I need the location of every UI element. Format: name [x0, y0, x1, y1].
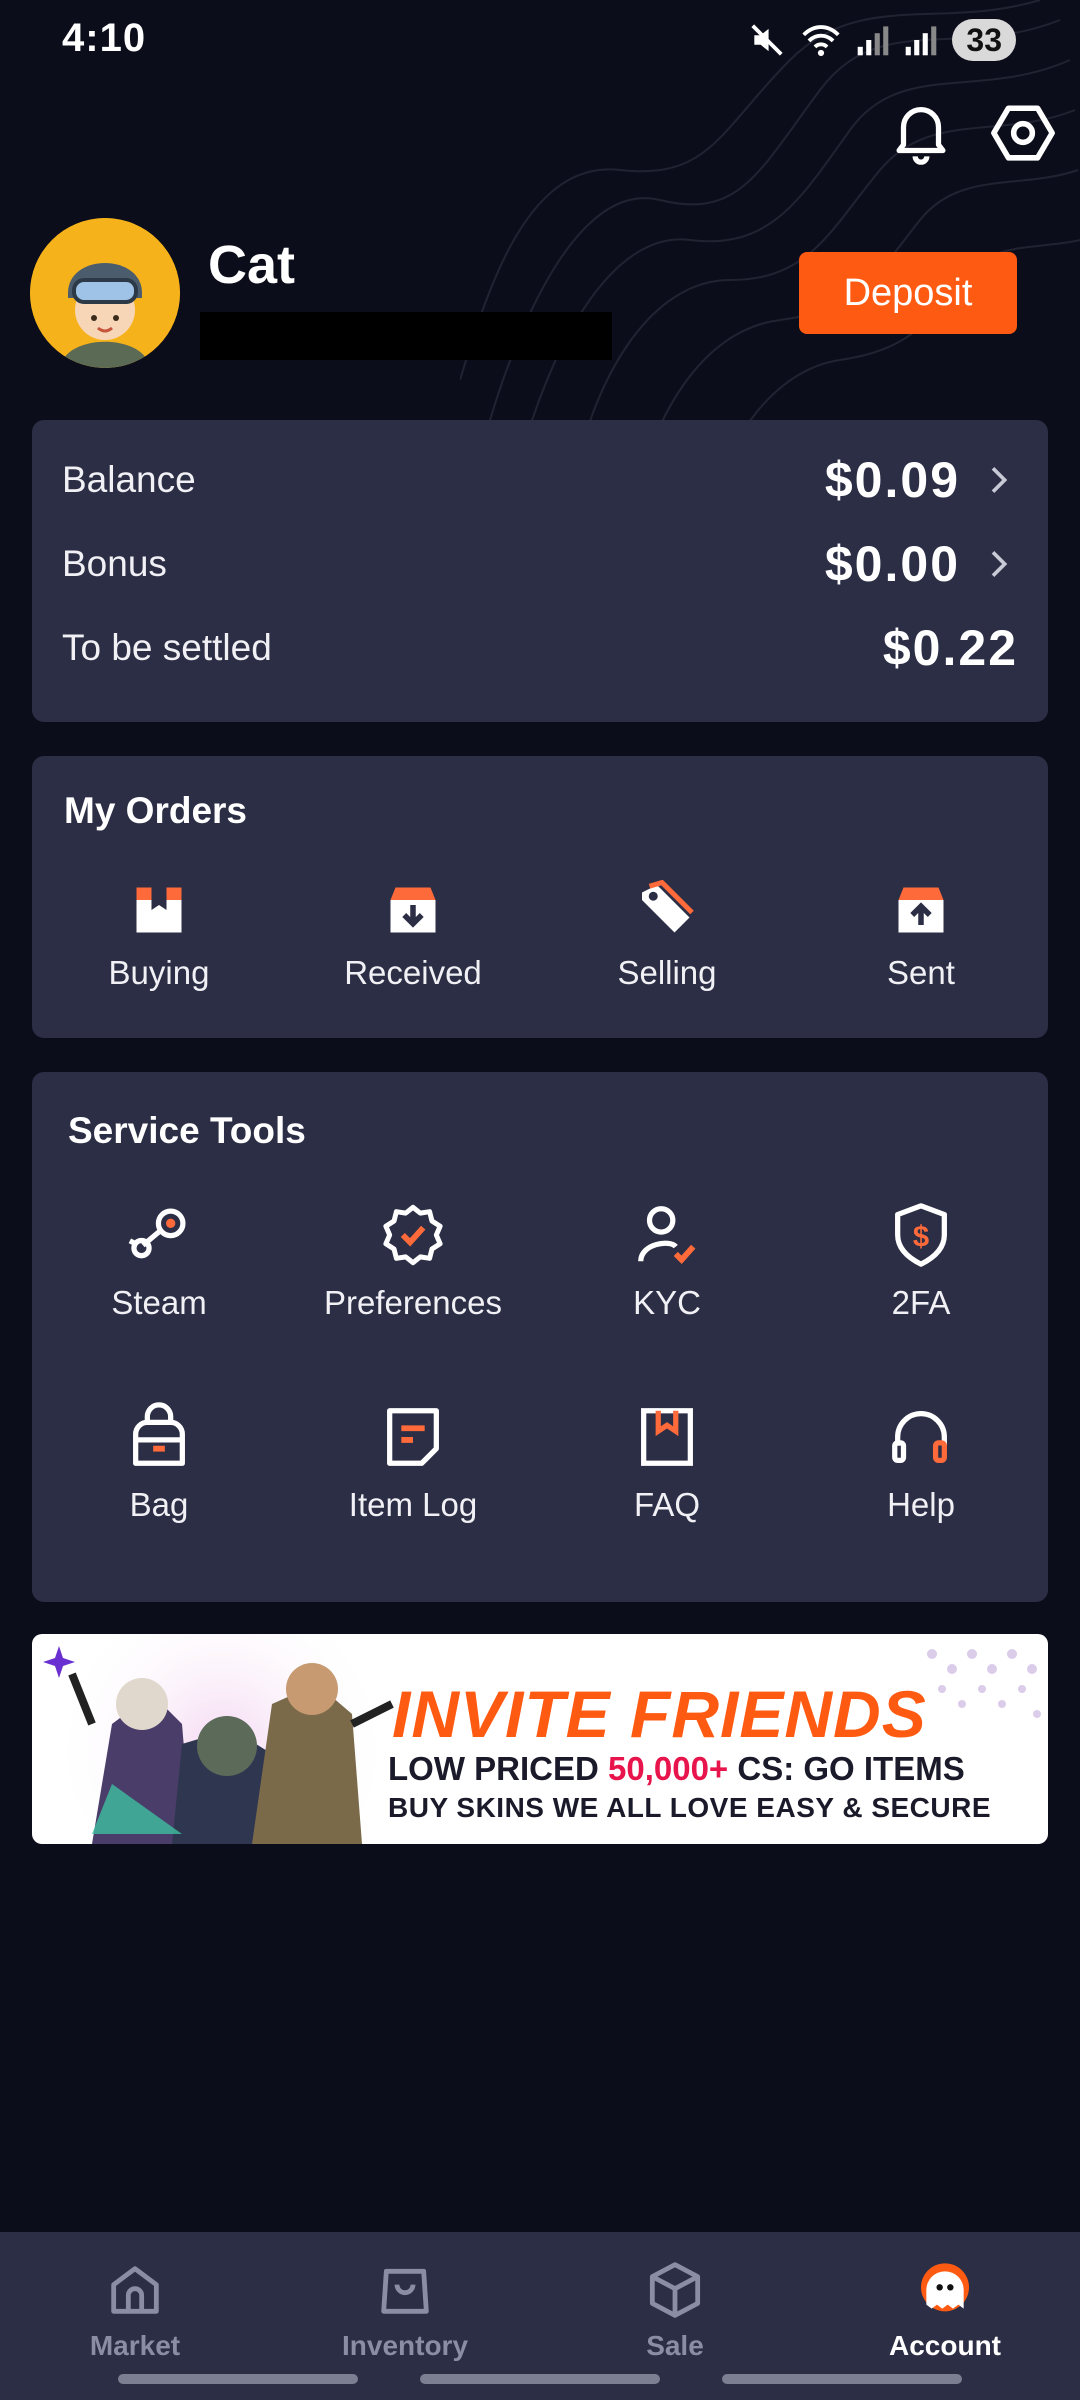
- tools-grid-row-1: Steam Preferences KYC $ 2FA: [32, 1200, 1048, 1322]
- deposit-button[interactable]: Deposit: [799, 252, 1017, 334]
- gesture-bar-center: [420, 2374, 660, 2384]
- tools-grid-row-2: Bag Item Log FAQ Help: [32, 1402, 1048, 1524]
- note-icon: [387, 1408, 439, 1466]
- invite-friends-banner[interactable]: INVITE FRIENDS LOW PRICED 50,000+ CS: GO…: [32, 1634, 1048, 1844]
- balance-label: Balance: [62, 459, 196, 500]
- headset-icon: [892, 1411, 947, 1463]
- badge-check-icon: [383, 1204, 443, 1266]
- battery-indicator: 33: [952, 19, 1016, 61]
- tool-label: Item Log: [348, 1486, 478, 1523]
- backpack-icon: [133, 1402, 185, 1466]
- avatar[interactable]: [30, 218, 180, 368]
- orders-card: My Orders Buying Received Selling Sent: [32, 756, 1048, 1038]
- tool-help[interactable]: Help: [794, 1402, 1048, 1524]
- bell-icon[interactable]: [886, 98, 956, 168]
- mute-icon: [751, 24, 783, 56]
- tool-bag[interactable]: Bag: [32, 1402, 286, 1524]
- tool-label: FAQ: [633, 1486, 701, 1523]
- avatar-soldier-icon: [30, 218, 180, 368]
- book-icon: [641, 1408, 693, 1466]
- signal-icon: [858, 26, 889, 56]
- shield-dollar-icon: $: [895, 1203, 947, 1267]
- nav-label: Market: [89, 2330, 181, 2361]
- svg-text:$: $: [913, 1222, 929, 1254]
- banner-title: INVITE FRIENDS: [392, 1677, 927, 1751]
- tool-faq[interactable]: FAQ: [540, 1402, 794, 1524]
- status-time: 4:10: [62, 16, 147, 60]
- signal-icon-2: [906, 26, 937, 56]
- username: Cat: [208, 235, 296, 295]
- wifi-icon: [802, 25, 841, 57]
- tool-label: Bag: [129, 1486, 189, 1523]
- banner-subtitle-prefix: LOW PRICED: [388, 1750, 608, 1787]
- gesture-bar-right: [722, 2374, 962, 2384]
- box-upload-icon: [898, 887, 944, 933]
- redacted-id: [200, 312, 612, 360]
- cube-icon: [649, 2262, 701, 2318]
- user-check-icon: [638, 1206, 696, 1265]
- settled-row: To be settled $0.22: [62, 613, 1018, 683]
- nav-label: Inventory: [341, 2330, 469, 2361]
- banner-subtitle: LOW PRICED 50,000+ CS: GO ITEMS: [388, 1750, 965, 1788]
- ghost-avatar-icon: [921, 2263, 969, 2312]
- settings-icon[interactable]: [988, 98, 1058, 168]
- settled-label: To be settled: [62, 627, 272, 668]
- nav-label: Sale: [646, 2330, 704, 2361]
- orders-title: My Orders: [64, 790, 248, 831]
- tool-item-log[interactable]: Item Log: [286, 1402, 540, 1524]
- tool-label: 2FA: [891, 1284, 951, 1321]
- tool-2fa[interactable]: $ 2FA: [794, 1200, 1048, 1322]
- banner-tagline: BUY SKINS WE ALL LOVE EASY & SECURE: [388, 1792, 992, 1823]
- chevron-right-icon: [991, 467, 1008, 493]
- nav-label: Account: [889, 2330, 1001, 2361]
- order-buying[interactable]: Buying: [32, 880, 286, 992]
- bonus-row[interactable]: Bonus $0.00: [62, 529, 1018, 599]
- tool-label: Steam: [111, 1284, 207, 1321]
- box-download-icon: [390, 887, 436, 933]
- order-label: Received: [344, 954, 482, 991]
- tool-steam[interactable]: Steam: [32, 1200, 286, 1322]
- tool-preferences[interactable]: Preferences: [286, 1200, 540, 1322]
- bag-icon: [381, 2268, 429, 2314]
- service-tools-card: Service Tools Steam Preferences KYC $ 2F…: [32, 1072, 1048, 1602]
- tool-kyc[interactable]: KYC: [540, 1200, 794, 1322]
- orders-grid: Buying Received Selling Sent: [32, 880, 1048, 992]
- order-received[interactable]: Received: [286, 880, 540, 992]
- steam-icon: [128, 1208, 186, 1259]
- home-icon: [111, 2266, 159, 2314]
- tag-icon: [642, 880, 694, 933]
- tools-title: Service Tools: [68, 1110, 306, 1151]
- balance-value: $0.09: [824, 452, 960, 508]
- bonus-label: Bonus: [62, 543, 167, 584]
- banner-subtitle-accent: 50,000+: [608, 1750, 729, 1787]
- tool-label: Preferences: [324, 1284, 502, 1321]
- status-icons: 33: [748, 18, 1016, 62]
- box-bookmark-icon: [136, 887, 182, 933]
- banner-subtitle-suffix: CS: GO ITEMS: [728, 1750, 965, 1787]
- tool-label: KYC: [633, 1284, 701, 1321]
- order-label: Selling: [617, 954, 717, 991]
- order-selling[interactable]: Selling: [540, 880, 794, 992]
- bonus-value: $0.00: [824, 536, 960, 592]
- order-sent[interactable]: Sent: [794, 880, 1048, 992]
- order-label: Sent: [887, 954, 955, 991]
- settled-value: $0.22: [882, 620, 1018, 676]
- balance-row[interactable]: Balance $0.09: [62, 445, 1018, 515]
- order-label: Buying: [108, 954, 210, 991]
- status-bar: 4:10 33: [0, 0, 1080, 80]
- balance-card: Balance $0.09 Bonus $0.00 To be settled …: [32, 420, 1048, 722]
- tool-label: Help: [887, 1486, 955, 1523]
- chevron-right-icon: [991, 551, 1008, 577]
- gesture-bar-left: [118, 2374, 358, 2384]
